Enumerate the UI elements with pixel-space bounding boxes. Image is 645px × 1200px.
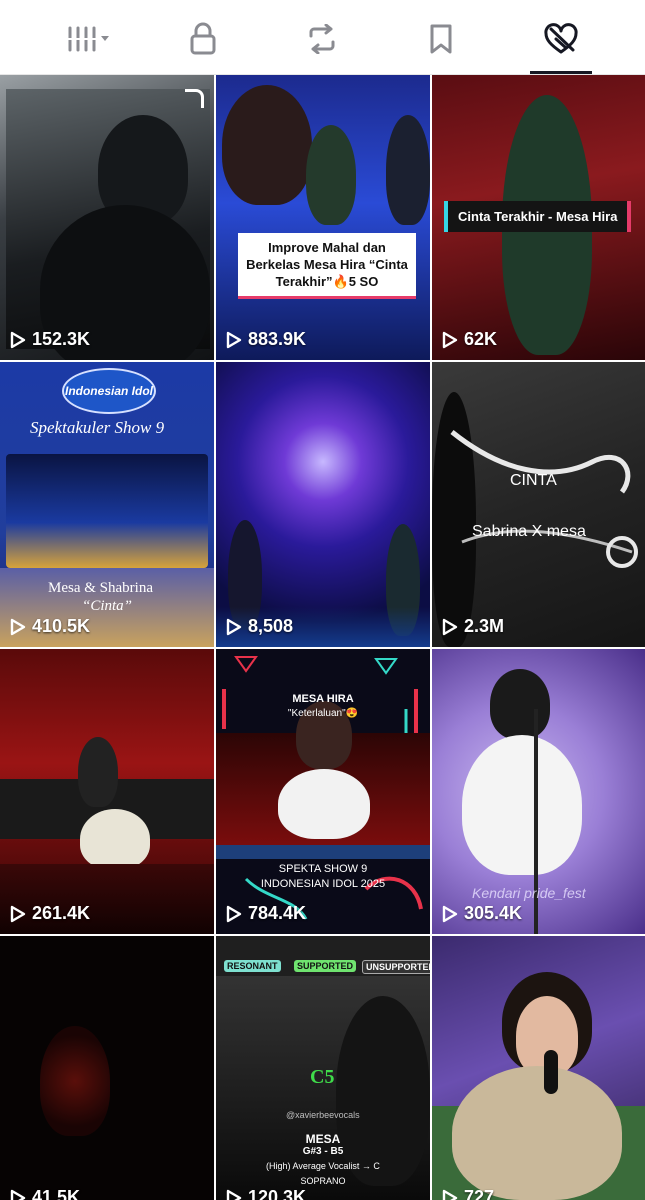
view-count: 62K xyxy=(442,329,497,350)
profile-tab-bar xyxy=(0,0,645,75)
channel-handle: @xavierbeevocals xyxy=(286,1110,360,1120)
play-icon xyxy=(226,618,242,635)
view-count: 261.4K xyxy=(10,903,90,924)
resonant-tag: RESONANT xyxy=(224,960,281,972)
video-tile[interactable]: 152.3K xyxy=(0,75,214,360)
tab-favorites[interactable] xyxy=(411,14,471,64)
play-icon xyxy=(226,905,242,922)
unsupported-tag: UNSUPPORTED xyxy=(362,960,430,974)
tab-reposts[interactable] xyxy=(292,14,352,64)
tab-private[interactable] xyxy=(173,14,233,64)
lock-icon xyxy=(188,22,218,56)
active-tab-indicator xyxy=(530,71,592,74)
video-tile[interactable]: 261.4K xyxy=(0,649,214,934)
overlay-show: SPEKTA SHOW 9 xyxy=(278,863,368,875)
play-icon xyxy=(10,905,26,922)
view-count: 2.3M xyxy=(442,616,504,637)
singer-name: MESA xyxy=(305,1132,341,1146)
view-count: 120.3K xyxy=(226,1187,306,1200)
bookmark-icon xyxy=(428,23,454,55)
video-tile[interactable]: 41.5K xyxy=(0,936,214,1200)
play-icon xyxy=(10,1189,26,1200)
video-tile[interactable]: Kendari pride_fest 305.4K xyxy=(432,649,645,934)
play-icon xyxy=(442,331,458,348)
watermark-text: Kendari pride_fest xyxy=(472,885,586,901)
brand-logo: Indonesian Idol xyxy=(62,368,156,414)
video-tile[interactable]: RESONANT SUPPORTED UNSUPPORTED C5 @xavie… xyxy=(216,936,430,1200)
video-tile[interactable]: CINTA Sabrina X mesa 2.3M xyxy=(432,362,645,647)
play-icon xyxy=(10,331,26,348)
view-count: 152.3K xyxy=(10,329,90,350)
video-caption: Mesa & Shabrina xyxy=(48,580,153,596)
overlay-line-1: CINTA xyxy=(510,472,557,489)
voice-type: SOPRANO xyxy=(300,1176,346,1186)
vocalist-grade: (High) Average Vocalist → C xyxy=(266,1161,380,1171)
play-icon xyxy=(442,1189,458,1200)
overlay-song: "Keterlaluan"😍 xyxy=(287,708,359,719)
vocal-range: G#3 - B5 xyxy=(302,1146,344,1157)
video-tile[interactable]: 8,508 xyxy=(216,362,430,647)
overlay-event: INDONESIAN IDOL 2025 xyxy=(260,878,386,890)
view-count: 8,508 xyxy=(226,616,293,637)
play-icon xyxy=(226,1189,242,1200)
video-tile[interactable]: Improve Mahal dan Berkelas Mesa Hira “Ci… xyxy=(216,75,430,360)
video-tile[interactable]: Cinta Terakhir - Mesa Hira 62K xyxy=(432,75,645,360)
repost-icon xyxy=(305,24,339,54)
view-count: 41.5K xyxy=(10,1187,80,1200)
play-icon xyxy=(442,618,458,635)
video-tile[interactable]: Indonesian Idol Spektakuler Show 9 Mesa … xyxy=(0,362,214,647)
play-icon xyxy=(226,331,242,348)
show-subtitle: Spektakuler Show 9 xyxy=(30,418,165,437)
video-tile[interactable]: MESA HIRA "Keterlaluan"😍 SPEKTA SHOW 9 I… xyxy=(216,649,430,934)
grid-dropdown-icon xyxy=(64,24,112,54)
tab-liked[interactable] xyxy=(531,14,591,64)
play-icon xyxy=(442,905,458,922)
play-icon xyxy=(10,618,26,635)
view-count: 410.5K xyxy=(10,616,90,637)
tab-grid-menu[interactable] xyxy=(58,14,118,64)
supported-tag: SUPPORTED xyxy=(294,960,357,972)
video-caption-2: “Cinta” xyxy=(82,598,133,614)
overlay-title: MESA HIRA xyxy=(292,693,354,705)
video-overlay-text: Cinta Terakhir - Mesa Hira xyxy=(444,201,632,232)
video-overlay-text: Improve Mahal dan Berkelas Mesa Hira “Ci… xyxy=(238,233,416,299)
view-count: 883.9K xyxy=(226,329,306,350)
view-count: 305.4K xyxy=(442,903,522,924)
overlay-line-2: Sabrina X mesa xyxy=(472,523,586,540)
view-count: 784.4K xyxy=(226,903,306,924)
note-label: C5 xyxy=(310,1066,335,1088)
video-tile[interactable]: 727 xyxy=(432,936,645,1200)
heart-hidden-icon xyxy=(543,23,579,55)
view-count: 727 xyxy=(442,1187,494,1200)
